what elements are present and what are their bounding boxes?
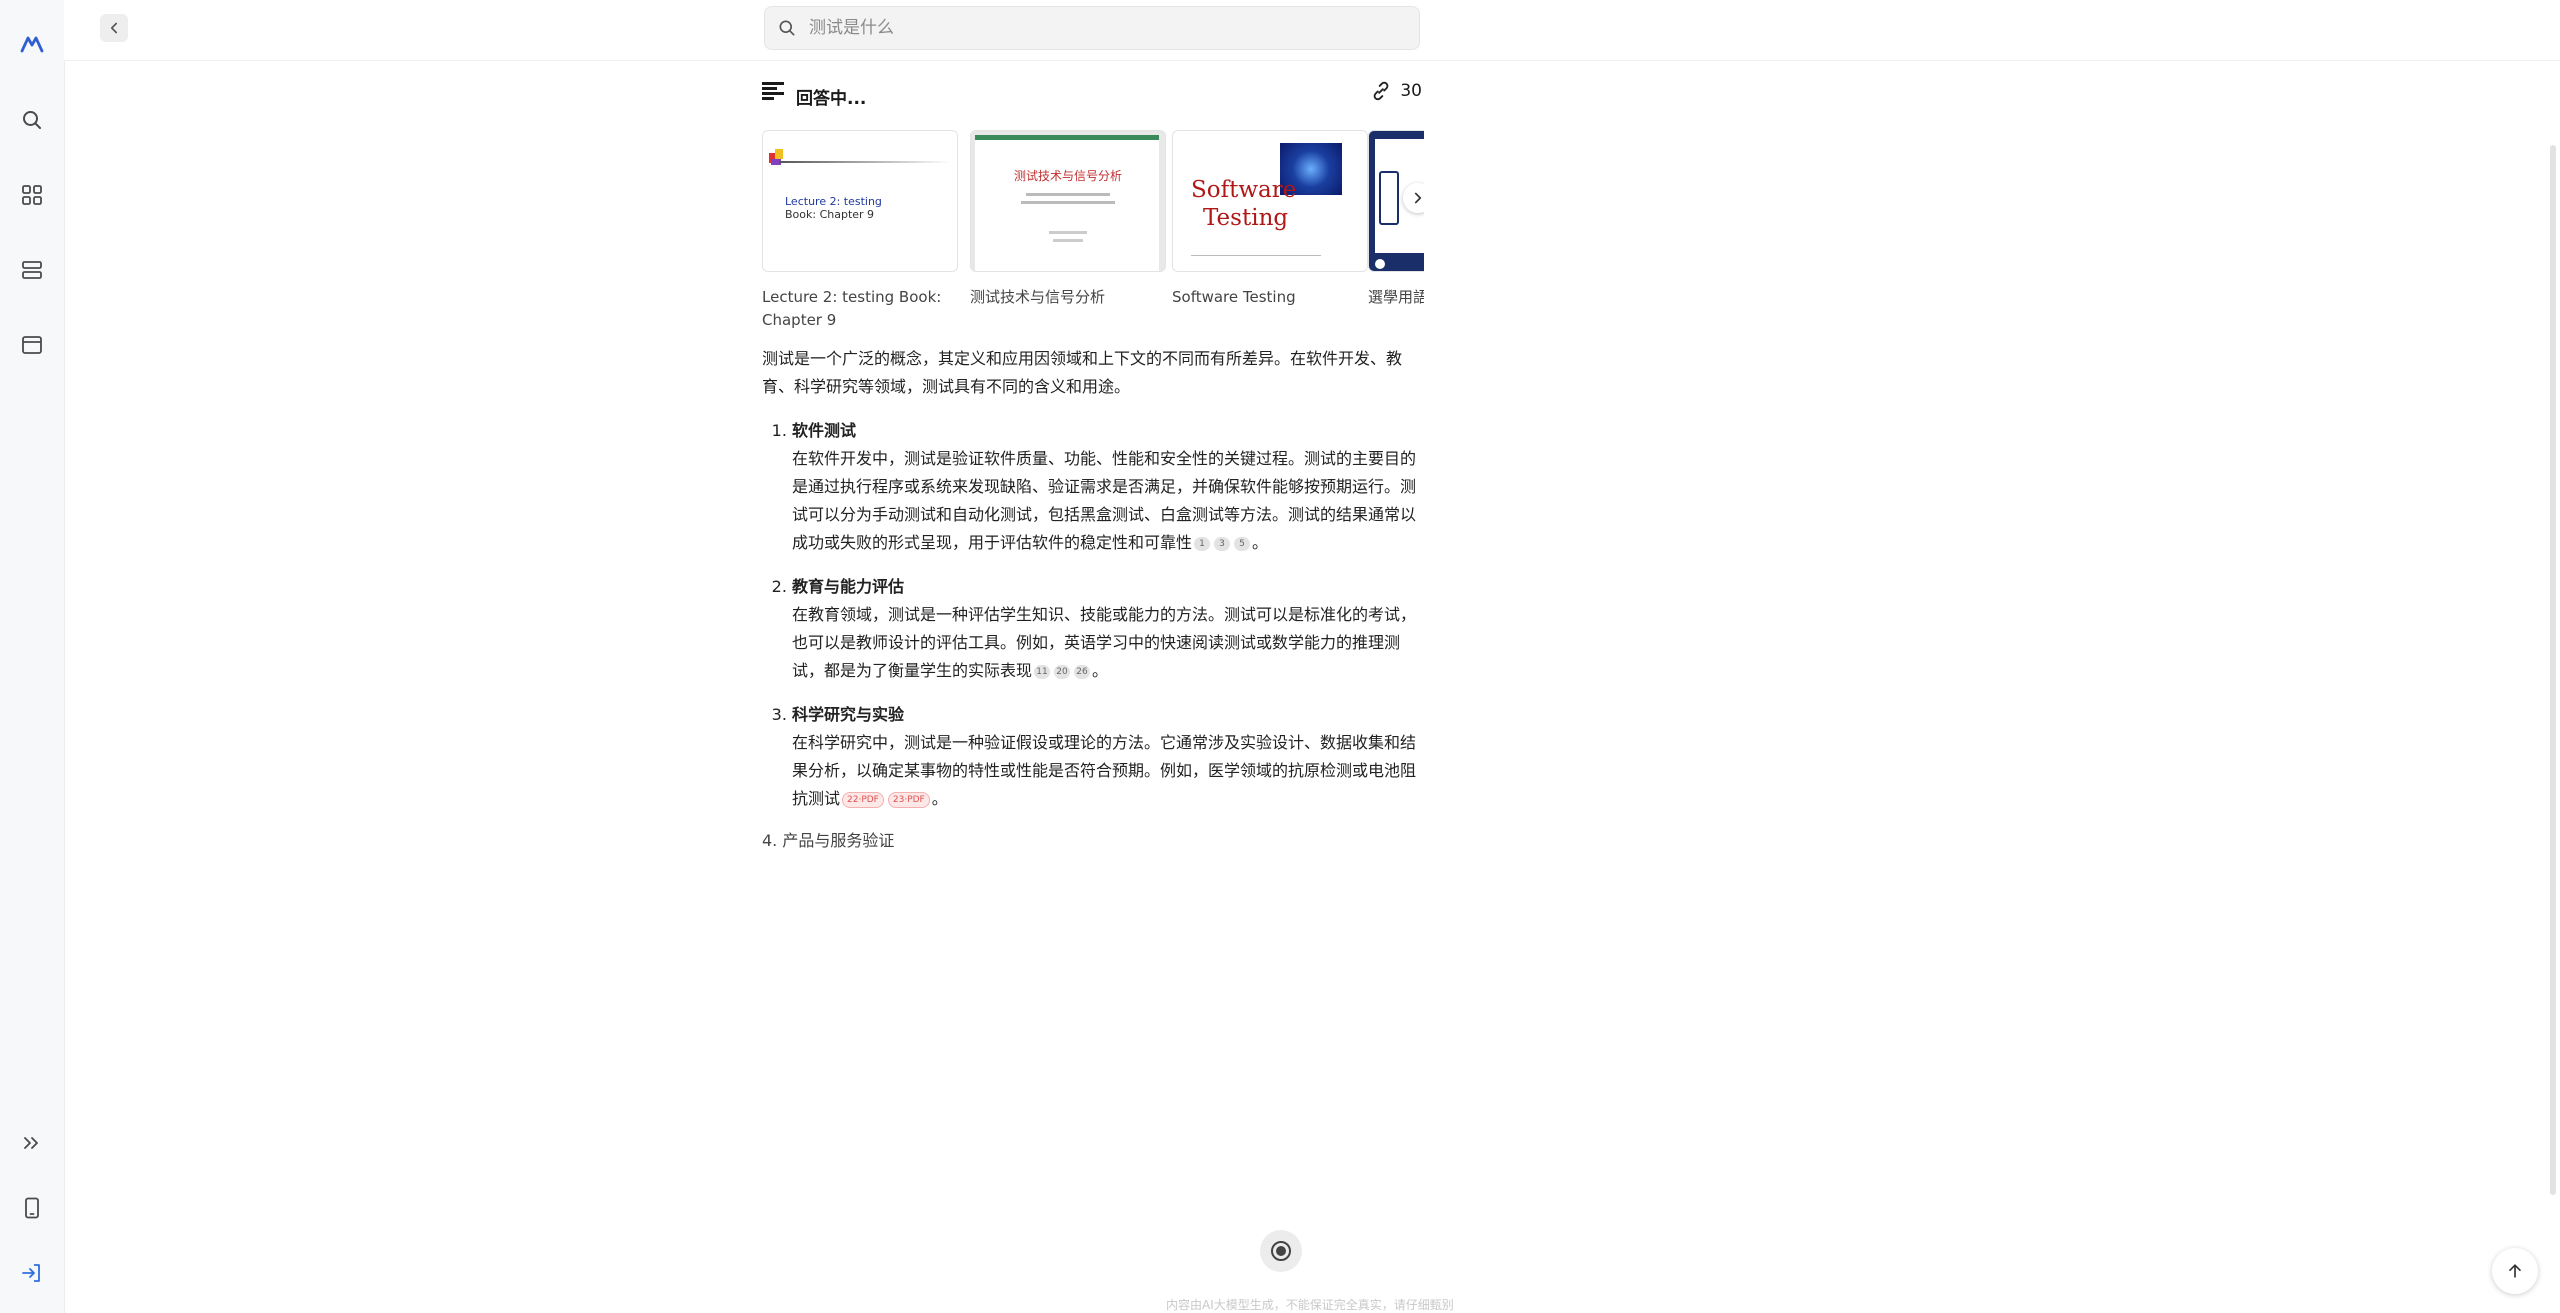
link-icon [1374, 81, 1389, 101]
back-button[interactable] [100, 14, 128, 42]
citation-badge[interactable]: 20 [1054, 664, 1071, 679]
citation-badge[interactable]: 26 [1074, 664, 1091, 679]
intro-paragraph: 测试是一个广泛的概念，其定义和应用因领域和上下文的不同而有所差异。在软件开发、教… [762, 349, 1403, 396]
source-count: 30 [1400, 81, 1422, 101]
left-sidebar [0, 0, 65, 1313]
list-item-heading: 教育与能力评估 [792, 577, 905, 596]
source-thumbnail: 测试技术与信号分析 [970, 130, 1166, 272]
chevron-right-icon [1414, 192, 1422, 204]
list-item-body: 在教育领域，测试是一种评估学生知识、技能或能力的方法。测试可以是标准化的考试，也… [792, 601, 1422, 685]
answer-list: 软件测试 在软件开发中，测试是验证软件质量、功能、性能和安全性的关键过程。测试的… [762, 417, 1422, 813]
list-item: 软件测试 在软件开发中，测试是验证软件质量、功能、性能和安全性的关键过程。测试的… [792, 417, 1422, 557]
scrollbar[interactable] [2550, 145, 2556, 1195]
citation-badge[interactable]: 5 [1234, 536, 1251, 551]
thumb-line-2: Book: Chapter 9 [785, 208, 875, 221]
citation-badge[interactable]: 3 [1214, 536, 1231, 551]
thumb-line-1: Software [1191, 177, 1297, 203]
list-item-text: 在软件开发中，测试是验证软件质量、功能、性能和安全性的关键过程。测试的主要目的是… [792, 449, 1417, 552]
stop-generating-button[interactable] [1260, 1230, 1302, 1272]
mobile-icon[interactable] [16, 1192, 48, 1224]
thumb-line-1: Lecture 2: testing [785, 195, 882, 208]
thumb-line-2: Testing [1203, 205, 1289, 231]
layers-icon[interactable] [16, 254, 48, 286]
answer-content: 测试是一个广泛的概念，其定义和应用因领域和上下文的不同而有所差异。在软件开发、教… [762, 345, 1422, 855]
arrow-up-icon [2509, 1264, 2521, 1278]
list-item-text: 在科学研究中，测试是一种验证假设或理论的方法。它通常涉及实验设计、数据收集和结果… [792, 733, 1417, 808]
list-item-heading: 软件测试 [792, 421, 857, 440]
search-icon[interactable] [16, 104, 48, 136]
apps-grid-icon[interactable] [16, 179, 48, 211]
source-thumbnail: Lecture 2: testing Book: Chapter 9 [762, 130, 958, 272]
pdf-citation-badge[interactable]: 23·PDF [887, 791, 930, 808]
expand-sidebar-icon[interactable] [16, 1127, 48, 1159]
source-title: 選學用語 [1368, 288, 1424, 306]
pdf-citation-badge[interactable]: 22·PDF [842, 791, 884, 808]
text-lines-icon [762, 82, 784, 100]
punctuation: 。 [1252, 533, 1269, 552]
citation-badge[interactable]: 1 [1194, 536, 1211, 551]
login-icon[interactable] [16, 1257, 48, 1289]
punctuation: 。 [1092, 661, 1109, 680]
source-thumbnail: Software Testing [1172, 130, 1368, 272]
logo-icon[interactable] [16, 28, 48, 60]
search-icon [779, 20, 795, 36]
list-item: 科学研究与实验 在科学研究中，测试是一种验证假设或理论的方法。它通常涉及实验设计… [792, 701, 1422, 813]
pending-list-item: 4. 产品与服务验证 [762, 827, 1422, 855]
list-item-heading: 科学研究与实验 [792, 705, 905, 724]
sources-link[interactable]: 30 [1370, 80, 1422, 102]
source-title: Software Testing [1172, 288, 1296, 306]
search-bar[interactable] [764, 6, 1420, 50]
source-card[interactable]: 選學用語 [1368, 130, 1424, 309]
list-item-text: 产品与服务验证 [782, 831, 895, 850]
list-item-body: 在软件开发中，测试是验证软件质量、功能、性能和安全性的关键过程。测试的主要目的是… [792, 445, 1422, 557]
window-icon[interactable] [16, 329, 48, 361]
stop-icon [1271, 1241, 1291, 1261]
list-item: 教育与能力评估 在教育领域，测试是一种评估学生知识、技能或能力的方法。测试可以是… [792, 573, 1422, 685]
search-input[interactable] [807, 17, 1391, 39]
answer-status: 回答中... [796, 89, 867, 109]
citation-badge[interactable]: 11 [1034, 664, 1051, 679]
thumb-title: 测试技术与信号分析 [1013, 169, 1122, 183]
source-card[interactable]: Software Testing Software Testing [1172, 130, 1368, 309]
answer-header: 回答中... 30 [762, 72, 1422, 112]
source-title: Lecture 2: testing Book: Chapter 9 [762, 288, 942, 329]
source-card[interactable]: Lecture 2: testing Book: Chapter 9 Lectu… [762, 130, 958, 332]
source-card[interactable]: 测试技术与信号分析 测试技术与信号分析 [970, 130, 1166, 309]
disclaimer: 内容由AI大模型生成，不能保证完全真实，请仔细甄别 [1166, 1298, 1454, 1312]
source-title: 测试技术与信号分析 [970, 288, 1106, 306]
chevron-left-icon [110, 22, 118, 34]
scroll-top-button[interactable] [2492, 1248, 2538, 1294]
list-number: 4. [762, 831, 778, 850]
punctuation: 。 [931, 789, 948, 808]
list-item-body: 在科学研究中，测试是一种验证假设或理论的方法。它通常涉及实验设计、数据收集和结果… [792, 729, 1422, 813]
